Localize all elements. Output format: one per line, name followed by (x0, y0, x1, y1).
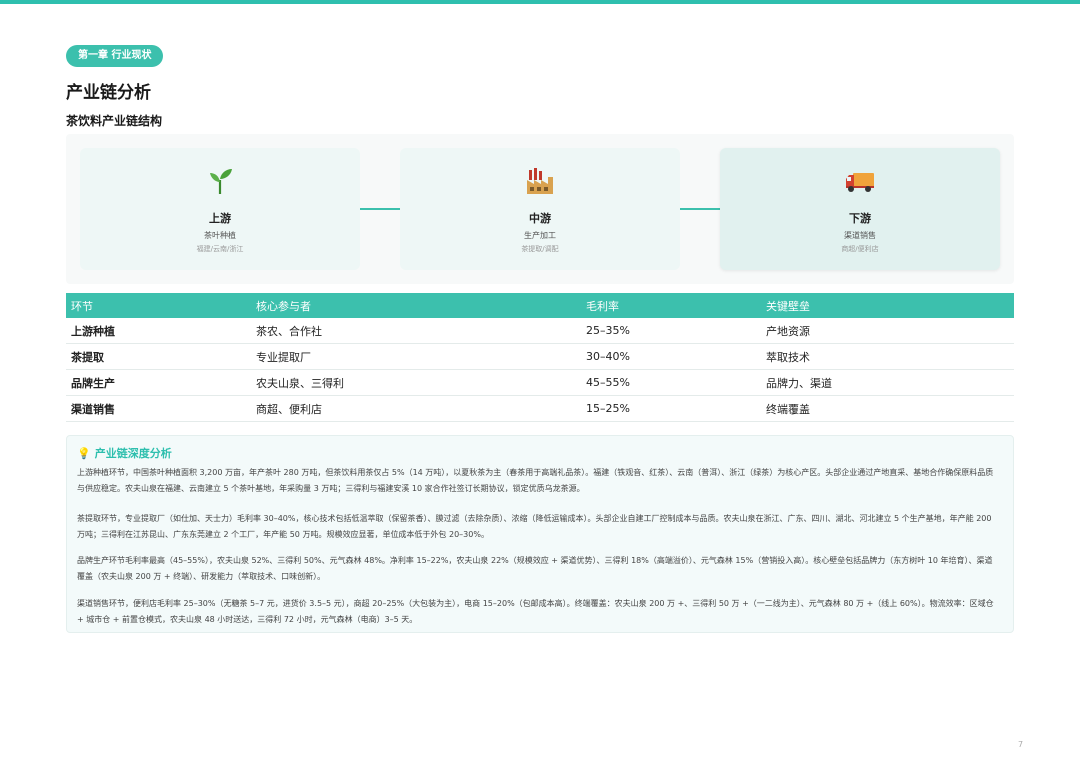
stage-regions: 商超/便利店 (841, 245, 879, 253)
delivery-truck-icon (720, 166, 1000, 196)
industry-chain-diagram: 上游 茶叶种植 福建/云南/浙江 中游 生产加工 茶提取/调配 下游 渠道销售 … (66, 134, 1014, 284)
stage-description: 渠道销售 (844, 231, 876, 240)
chain-connector (360, 208, 400, 210)
analysis-paragraph: 茶提取环节，专业提取厂（如仕加、天士力）毛利率 30–40%，核心技术包括低温萃… (77, 514, 992, 539)
lightbulb-icon: 💡 (77, 447, 91, 460)
page-number: 7 (1018, 740, 1024, 749)
column-header: 环节 (66, 293, 251, 318)
table-cell: 农夫山泉、三得利 (251, 369, 581, 396)
table-cell: 终端覆盖 (761, 395, 1014, 422)
table-cell: 茶农、合作社 (251, 318, 581, 344)
column-header: 毛利率 (581, 293, 761, 318)
column-header: 关键壁垒 (761, 293, 1014, 318)
factory-icon (400, 166, 680, 196)
top-accent-bar (0, 0, 1080, 4)
stage-regions: 茶提取/调配 (521, 245, 559, 253)
analysis-paragraph: 品牌生产环节毛利率最高（45–55%），农夫山泉 52%、三得利 50%、元气森… (77, 556, 993, 581)
page-title: 产业链分析 (66, 83, 151, 103)
table-row: 上游种植 茶农、合作社 25–35% 产地资源 (66, 318, 1014, 344)
stage-upstream: 上游 茶叶种植 福建/云南/浙江 (80, 148, 360, 270)
table-cell: 45–55% (581, 369, 761, 396)
table-cell: 渠道销售 (66, 395, 251, 422)
stage-name: 中游 (529, 212, 551, 225)
table-cell: 茶提取 (66, 343, 251, 370)
table-row: 渠道销售 商超、便利店 15–25% 终端覆盖 (66, 395, 1014, 422)
analysis-box: 💡 产业链深度分析 上游种植环节，中国茶叶种植面积 3,200 万亩，年产茶叶 2… (66, 435, 1014, 633)
table-cell: 15–25% (581, 395, 761, 422)
stage-name: 下游 (849, 212, 871, 225)
stage-downstream: 下游 渠道销售 商超/便利店 (720, 148, 1000, 270)
table-cell: 30–40% (581, 343, 761, 370)
table-row: 品牌生产 农夫山泉、三得利 45–55% 品牌力、渠道 (66, 369, 1014, 396)
column-header: 核心参与者 (251, 293, 581, 318)
analysis-paragraph: 渠道销售环节，便利店毛利率 25–30%（无糖茶 5–7 元，进货价 3.5–5… (77, 599, 994, 624)
chapter-badge: 第一章 行业现状 (66, 45, 164, 67)
stage-description: 茶叶种植 (204, 231, 236, 240)
stage-description: 生产加工 (524, 231, 556, 240)
table-cell: 萃取技术 (761, 343, 1014, 370)
table-cell: 产地资源 (761, 318, 1014, 344)
chain-connector (680, 208, 720, 210)
analysis-title-text: 产业链深度分析 (94, 447, 172, 460)
table-cell: 专业提取厂 (251, 343, 581, 370)
table-header-row: 环节 核心参与者 毛利率 关键壁垒 (66, 293, 1014, 318)
table-cell: 25–35% (581, 318, 761, 344)
stage-midstream: 中游 生产加工 茶提取/调配 (400, 148, 680, 270)
analysis-paragraph: 上游种植环节，中国茶叶种植面积 3,200 万亩，年产茶叶 280 万吨，但茶饮… (77, 468, 994, 493)
table-cell: 上游种植 (66, 318, 251, 344)
stage-name: 上游 (209, 212, 231, 225)
analysis-title: 💡 产业链深度分析 (77, 445, 172, 461)
table-cell: 商超、便利店 (251, 395, 581, 422)
section-subtitle: 茶饮料产业链结构 (66, 114, 163, 128)
seedling-icon (80, 166, 360, 196)
table-row: 茶提取 专业提取厂 30–40% 萃取技术 (66, 343, 1014, 370)
table-cell: 品牌生产 (66, 369, 251, 396)
table-cell: 品牌力、渠道 (761, 369, 1014, 396)
industry-chain-table: 环节 核心参与者 毛利率 关键壁垒 上游种植 茶农、合作社 25–35% 产地资… (66, 293, 1014, 422)
stage-regions: 福建/云南/浙江 (196, 245, 244, 253)
